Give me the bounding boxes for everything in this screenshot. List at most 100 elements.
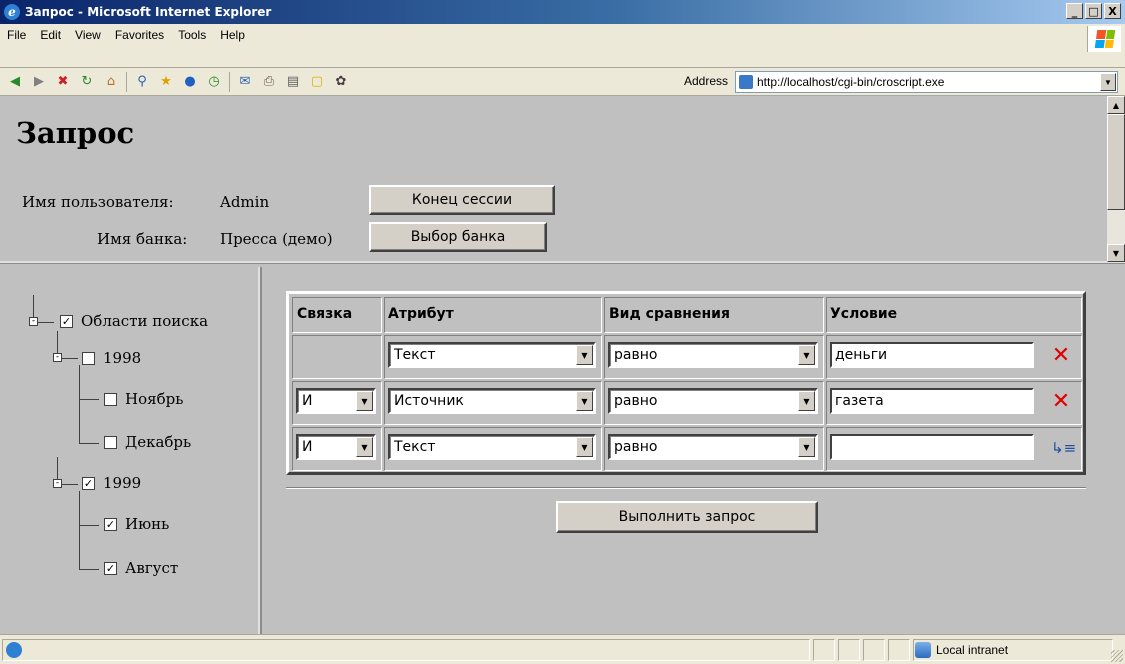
dropdown-arrow-icon[interactable]: ▼ bbox=[576, 345, 593, 365]
menu-bar: File Edit View Favorites Tools Help bbox=[0, 24, 1125, 68]
ie-icon: e bbox=[4, 4, 20, 20]
select-bank-button[interactable]: Выбор банка bbox=[369, 222, 547, 252]
history-icon[interactable]: ◷ bbox=[205, 73, 223, 91]
discuss-icon[interactable]: ▢ bbox=[308, 73, 326, 91]
minimize-button[interactable]: _ bbox=[1066, 3, 1083, 19]
tree-item-december[interactable]: Декабрь bbox=[104, 433, 191, 451]
collapse-icon[interactable]: - bbox=[53, 479, 62, 488]
window-title: Запрос - Microsoft Internet Explorer bbox=[25, 5, 272, 19]
menu-help[interactable]: Help bbox=[213, 28, 252, 42]
scroll-thumb[interactable] bbox=[1107, 114, 1125, 210]
add-row-icon[interactable]: ↳≡ bbox=[1051, 438, 1076, 458]
dropdown-arrow-icon[interactable]: ▼ bbox=[798, 345, 815, 365]
tree-item-search-areas[interactable]: ✓ Области поиска bbox=[60, 312, 208, 330]
page-content: Запрос Имя пользователя: Admin Имя банка… bbox=[0, 96, 1125, 634]
dropdown-arrow-icon[interactable]: ▼ bbox=[798, 437, 815, 457]
tree-item-label: Август bbox=[125, 559, 179, 577]
tree-item-june[interactable]: ✓ Июнь bbox=[104, 515, 169, 533]
resize-grip[interactable] bbox=[1111, 650, 1123, 662]
address-dropdown-icon[interactable]: ▼ bbox=[1100, 73, 1116, 91]
tree-item-august[interactable]: ✓ Август bbox=[104, 559, 178, 577]
run-query-button[interactable]: Выполнить запрос bbox=[556, 501, 818, 533]
menu-edit[interactable]: Edit bbox=[33, 28, 68, 42]
scroll-down-icon[interactable]: ▼ bbox=[1107, 244, 1125, 262]
attribute-select[interactable]: Источник ▼ bbox=[388, 388, 596, 414]
media-icon[interactable]: ● bbox=[181, 73, 199, 91]
user-label: Имя пользователя: bbox=[22, 193, 174, 211]
dropdown-arrow-icon[interactable]: ▼ bbox=[576, 437, 593, 457]
end-session-button[interactable]: Конец сессии bbox=[369, 185, 555, 215]
menu-tools[interactable]: Tools bbox=[171, 28, 213, 42]
attribute-select[interactable]: Текст ▼ bbox=[388, 342, 596, 368]
address-bar[interactable]: http://localhost/cgi-bin/croscript.exe ▼ bbox=[735, 71, 1118, 93]
window-controls: _ □ X bbox=[1066, 3, 1121, 19]
user-value: Admin bbox=[220, 193, 270, 211]
status-pane bbox=[838, 639, 860, 661]
condition-input[interactable]: газета bbox=[830, 388, 1034, 414]
checkbox-unchecked[interactable] bbox=[104, 435, 117, 449]
attribute-select[interactable]: Текст ▼ bbox=[388, 434, 596, 460]
status-bar: Local intranet bbox=[0, 634, 1125, 664]
edit-icon[interactable]: ▤ bbox=[284, 73, 302, 91]
close-button[interactable]: X bbox=[1104, 3, 1121, 19]
scroll-up-icon[interactable]: ▲ bbox=[1107, 96, 1125, 114]
link-select[interactable]: И ▼ bbox=[296, 388, 376, 414]
header-scrollbar[interactable]: ▲ ▼ bbox=[1107, 96, 1125, 262]
status-pane bbox=[888, 639, 910, 661]
refresh-icon[interactable]: ↻ bbox=[78, 73, 96, 91]
checkbox-checked[interactable]: ✓ bbox=[60, 314, 73, 328]
header-frame: Запрос Имя пользователя: Admin Имя банка… bbox=[0, 96, 1125, 264]
menu-file[interactable]: File bbox=[0, 28, 33, 42]
stop-icon[interactable]: ✖ bbox=[54, 73, 72, 91]
messenger-icon[interactable]: ✿ bbox=[332, 73, 350, 91]
column-header-condition: Условие bbox=[830, 306, 898, 322]
delete-row-icon[interactable]: ✕ bbox=[1051, 391, 1071, 413]
tree-item-1998[interactable]: 1998 bbox=[82, 349, 141, 367]
address-url[interactable]: http://localhost/cgi-bin/croscript.exe bbox=[757, 75, 1100, 89]
comparison-select[interactable]: равно ▼ bbox=[608, 388, 818, 414]
comparison-select[interactable]: равно ▼ bbox=[608, 342, 818, 368]
security-zone: Local intranet bbox=[915, 639, 1008, 661]
address-label: Address bbox=[684, 74, 729, 88]
collapse-icon[interactable]: - bbox=[53, 353, 62, 362]
dropdown-arrow-icon[interactable]: ▼ bbox=[356, 391, 373, 411]
link-select[interactable]: И ▼ bbox=[296, 434, 376, 460]
search-icon[interactable]: ⚲ bbox=[133, 73, 151, 91]
dropdown-arrow-icon[interactable]: ▼ bbox=[798, 391, 815, 411]
condition-input[interactable] bbox=[830, 434, 1034, 460]
checkbox-checked[interactable]: ✓ bbox=[104, 517, 117, 531]
dropdown-arrow-icon[interactable]: ▼ bbox=[356, 437, 373, 457]
column-header-attribute: Атрибут bbox=[388, 306, 454, 322]
divider bbox=[286, 487, 1086, 489]
checkbox-unchecked[interactable] bbox=[82, 351, 95, 365]
forward-icon[interactable]: ▶ bbox=[30, 73, 48, 91]
tree-item-november[interactable]: Ноябрь bbox=[104, 390, 183, 408]
status-pane bbox=[813, 639, 835, 661]
windows-logo-icon bbox=[1087, 26, 1121, 52]
intranet-icon bbox=[915, 642, 931, 658]
menu-view[interactable]: View bbox=[68, 28, 108, 42]
toolbar: ◀ ▶ ✖ ↻ ⌂ ⚲ ★ ● ◷ ✉ ⎙ ▤ ▢ ✿ Address http… bbox=[0, 68, 1125, 96]
favorites-icon[interactable]: ★ bbox=[157, 73, 175, 91]
maximize-button[interactable]: □ bbox=[1085, 3, 1102, 19]
page-title: Запрос bbox=[16, 116, 135, 150]
zone-label: Local intranet bbox=[936, 643, 1009, 657]
condition-input[interactable]: деньги bbox=[830, 342, 1034, 368]
back-icon[interactable]: ◀ bbox=[6, 73, 24, 91]
column-header-comparison: Вид сравнения bbox=[609, 306, 730, 322]
mail-icon[interactable]: ✉ bbox=[236, 73, 254, 91]
collapse-icon[interactable]: - bbox=[29, 317, 38, 326]
checkbox-checked[interactable]: ✓ bbox=[104, 561, 117, 575]
checkbox-unchecked[interactable] bbox=[104, 392, 117, 406]
tree-item-label: Декабрь bbox=[125, 433, 192, 451]
home-icon[interactable]: ⌂ bbox=[102, 73, 120, 91]
search-areas-tree: - - - ✓ Области поиска 1998 Ноябрь Декаб… bbox=[0, 267, 262, 634]
tree-item-1999[interactable]: ✓ 1999 bbox=[82, 474, 141, 492]
comparison-select[interactable]: равно ▼ bbox=[608, 434, 818, 460]
checkbox-checked[interactable]: ✓ bbox=[82, 476, 95, 490]
print-icon[interactable]: ⎙ bbox=[260, 73, 278, 91]
toolbar-separator bbox=[126, 71, 127, 92]
menu-favorites[interactable]: Favorites bbox=[108, 28, 171, 42]
dropdown-arrow-icon[interactable]: ▼ bbox=[576, 391, 593, 411]
delete-row-icon[interactable]: ✕ bbox=[1051, 345, 1071, 367]
